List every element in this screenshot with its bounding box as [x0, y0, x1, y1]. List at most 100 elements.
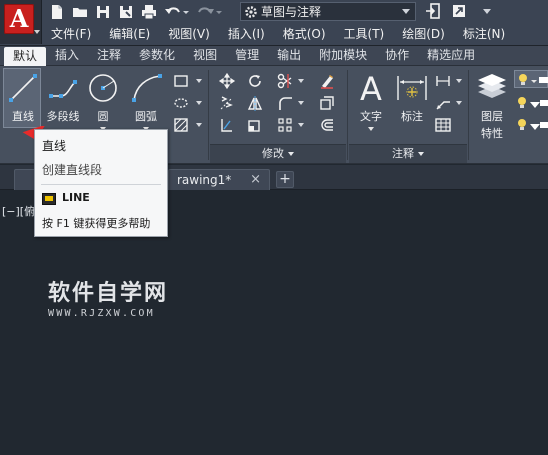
- mirror-icon[interactable]: [246, 94, 264, 112]
- array-icon[interactable]: [276, 116, 294, 134]
- menu-tools[interactable]: 工具(T): [335, 24, 394, 45]
- panel-separator: [208, 70, 209, 160]
- tab-collaborate[interactable]: 协作: [376, 46, 418, 65]
- circle-button[interactable]: 圆: [84, 70, 122, 131]
- svg-text:A: A: [360, 70, 382, 106]
- quick-access-toolbar: [48, 3, 229, 21]
- save-as-icon[interactable]: [117, 3, 135, 21]
- menu-draw[interactable]: 绘图(D): [393, 24, 454, 45]
- layer-lock-icon[interactable]: [514, 116, 548, 134]
- tooltip-title: 直线: [42, 139, 67, 153]
- workspace-select[interactable]: 草图与注释: [240, 2, 416, 21]
- dimension-button[interactable]: 标注: [394, 70, 430, 124]
- layer-properties-button[interactable]: 图层 特性: [472, 70, 512, 141]
- title-bar: A 草图与注释 文件(F) 编辑(E) 视图(V) 插入(I) 格式(O) 工具…: [0, 0, 548, 46]
- layers-stack-icon: [474, 70, 510, 106]
- viewport-controls[interactable]: [−][俯: [2, 203, 35, 219]
- tooltip-help: 按 F1 键获得更多帮助: [42, 217, 151, 230]
- stretch-icon[interactable]: [218, 116, 236, 134]
- copy-icon[interactable]: [218, 94, 236, 112]
- trim-dropdown-icon[interactable]: [298, 79, 304, 83]
- tab-insert[interactable]: 插入: [46, 46, 88, 65]
- menu-format[interactable]: 格式(O): [274, 24, 335, 45]
- leader-icon[interactable]: [434, 94, 452, 112]
- polyline-button[interactable]: 多段线: [44, 70, 82, 124]
- close-icon[interactable]: ×: [250, 170, 261, 190]
- arc-label: 圆弧: [135, 110, 157, 123]
- watermark: 软件自学网 WWW.RJZXW.COM: [48, 281, 168, 319]
- table-icon[interactable]: [434, 116, 452, 134]
- print-icon[interactable]: [140, 3, 158, 21]
- modify-panel-footer[interactable]: 修改: [210, 144, 346, 163]
- text-a-icon: A: [353, 70, 389, 106]
- circle-label: 圆: [97, 110, 109, 123]
- explode-icon[interactable]: [318, 94, 336, 112]
- application-menu-button[interactable]: A: [0, 0, 42, 44]
- linear-dimension-icon[interactable]: [434, 72, 452, 90]
- redo-icon[interactable]: [196, 3, 224, 21]
- hatch-icon[interactable]: [172, 94, 190, 112]
- tooltip-command: LINE: [62, 191, 90, 204]
- polyline-icon: [45, 70, 81, 106]
- erase-icon[interactable]: [318, 72, 336, 90]
- share-icon[interactable]: [450, 2, 468, 20]
- layer-label-line1: 图层: [481, 110, 503, 123]
- drawing-tab[interactable]: rawing1* ×: [168, 169, 270, 190]
- tab-default[interactable]: 默认: [4, 47, 47, 66]
- hatch-dropdown-icon[interactable]: [196, 101, 202, 105]
- open-folder-icon[interactable]: [71, 3, 89, 21]
- fillet-dropdown-icon[interactable]: [298, 101, 304, 105]
- rotate-icon[interactable]: [246, 72, 264, 90]
- gradient-icon[interactable]: [172, 116, 190, 134]
- ribbon-tab-bar: 默认 插入 注释 参数化 视图 管理 输出 附加模块 协作 精选应用: [0, 46, 548, 66]
- chevron-down-icon: [288, 152, 294, 156]
- tab-parametric[interactable]: 参数化: [130, 46, 184, 65]
- rectangle-icon[interactable]: [172, 72, 190, 90]
- menu-dimension[interactable]: 标注(N): [454, 24, 514, 45]
- sign-in-icon[interactable]: [424, 2, 442, 20]
- panel-separator: [468, 70, 469, 160]
- layer-freeze-icon[interactable]: [514, 94, 548, 112]
- annotation-panel-footer[interactable]: 注释: [349, 144, 467, 163]
- array-dropdown-icon[interactable]: [298, 123, 304, 127]
- dimension-icon: [394, 70, 430, 106]
- move-icon[interactable]: [218, 72, 236, 90]
- undo-icon[interactable]: [163, 3, 191, 21]
- scale-icon[interactable]: [246, 116, 264, 134]
- new-file-icon[interactable]: [48, 3, 66, 21]
- tab-addins[interactable]: 附加模块: [310, 46, 376, 65]
- save-icon[interactable]: [94, 3, 112, 21]
- chevron-down-icon: [402, 9, 410, 14]
- leader-dropdown-icon[interactable]: [456, 101, 462, 105]
- rectangle-dropdown-icon[interactable]: [196, 79, 202, 83]
- arc-button[interactable]: 圆弧: [126, 70, 166, 131]
- tab-view[interactable]: 视图: [184, 46, 226, 65]
- fillet-icon[interactable]: [276, 94, 294, 112]
- tooltip-description: 创建直线段: [42, 163, 103, 177]
- trim-icon[interactable]: [276, 72, 294, 90]
- menu-view[interactable]: 视图(V): [159, 24, 219, 45]
- offset-icon[interactable]: [318, 116, 336, 134]
- menu-bar: 文件(F) 编辑(E) 视图(V) 插入(I) 格式(O) 工具(T) 绘图(D…: [42, 24, 514, 45]
- menu-edit[interactable]: 编辑(E): [100, 24, 159, 45]
- menu-file[interactable]: 文件(F): [42, 24, 100, 45]
- new-tab-button[interactable]: +: [276, 171, 294, 188]
- line-button[interactable]: 直线: [4, 70, 42, 124]
- layer-state-icon[interactable]: [514, 70, 548, 88]
- gradient-dropdown-icon[interactable]: [196, 123, 202, 127]
- text-button[interactable]: A 文字: [352, 70, 390, 131]
- menu-insert[interactable]: 插入(I): [219, 24, 274, 45]
- tab-featured-apps[interactable]: 精选应用: [418, 46, 484, 65]
- chevron-down-icon: [418, 152, 424, 156]
- linear-dimension-dropdown-icon[interactable]: [456, 79, 462, 83]
- dropdown-arrow-icon[interactable]: [478, 2, 496, 20]
- tooltip-divider: [41, 184, 161, 185]
- text-dropdown-icon[interactable]: [368, 127, 374, 131]
- panel-separator: [347, 70, 348, 160]
- text-label: 文字: [360, 110, 382, 123]
- tab-annotate[interactable]: 注释: [88, 46, 130, 65]
- tab-output[interactable]: 输出: [268, 46, 310, 65]
- app-menu-dropdown-icon: [34, 30, 40, 34]
- watermark-title: 软件自学网: [48, 281, 169, 306]
- tab-manage[interactable]: 管理: [226, 46, 268, 65]
